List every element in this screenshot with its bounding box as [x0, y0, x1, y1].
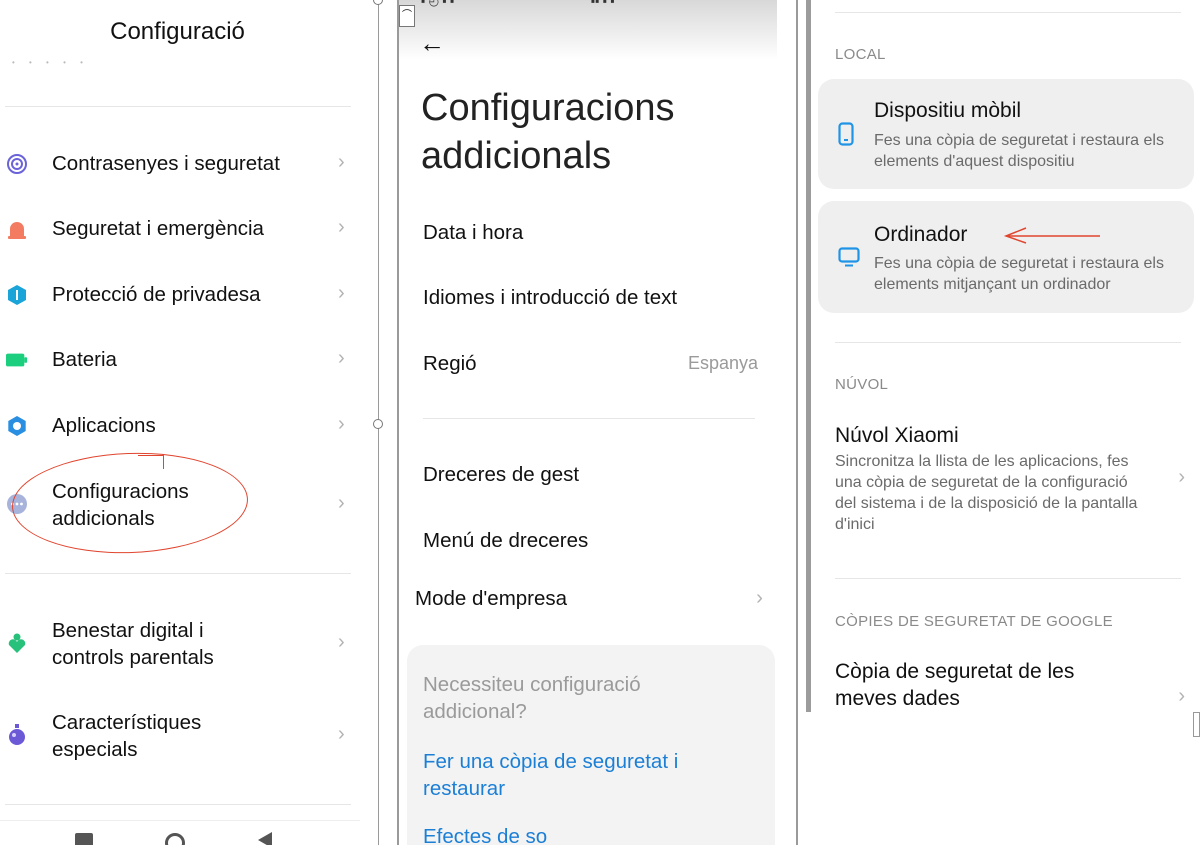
- settings-item-security-emergency[interactable]: Seguretat i emergència ›: [0, 215, 360, 243]
- list-item-date-time[interactable]: Data i hora: [423, 221, 758, 245]
- card-title: Dispositiu mòbil: [874, 99, 1022, 122]
- google-backup-item[interactable]: Còpia de seguretat de les meves dades ›: [835, 658, 1185, 712]
- list-item-title: Còpia de seguretat de les meves dades: [835, 660, 1075, 710]
- chevron-right-icon: ›: [338, 347, 345, 369]
- list-item-label: Dreceres de gest: [423, 463, 580, 486]
- settings-item-apps[interactable]: Aplicacions ›: [0, 412, 360, 440]
- monitor-icon: [838, 247, 860, 272]
- corner-handle-icon: ⌒: [399, 5, 415, 27]
- section-header-local: LOCAL: [835, 46, 886, 63]
- alarm-icon: [6, 218, 28, 240]
- chevron-right-icon: ›: [1178, 685, 1185, 707]
- mobile-device-card[interactable]: Dispositiu mòbil Fes una còpia de segure…: [818, 79, 1194, 189]
- settings-panel: Configuració • • • • • Contrasenyes i se…: [0, 0, 378, 845]
- additional-settings-panel: ▪ ◴ ▪ ▪ ▪▪ ▪ ▪ ⌒ ← Configuracions addici…: [399, 0, 777, 845]
- page-title: Configuració: [110, 18, 245, 45]
- annotation-circle: [10, 448, 250, 558]
- settings-item-digital-wellbeing[interactable]: Benestar digital i controls parentals ›: [0, 616, 360, 672]
- divider: [5, 804, 351, 805]
- xiaomi-cloud-item[interactable]: Núvol Xiaomi Sincronitza la llista de le…: [835, 422, 1185, 535]
- special-features-icon: [6, 724, 28, 746]
- settings-item-special-features[interactable]: Característiques especials ›: [0, 708, 360, 764]
- home-icon[interactable]: [165, 833, 185, 845]
- chevron-right-icon: ›: [338, 723, 345, 745]
- privacy-shield-icon: [6, 284, 28, 306]
- list-item-label: Menú de dreceres: [423, 529, 589, 552]
- chevron-right-icon: ›: [338, 216, 345, 238]
- card-title: Ordinador: [874, 223, 968, 246]
- backup-panel: LOCAL Dispositiu mòbil Fes una còpia de …: [798, 0, 1200, 845]
- backup-restore-link[interactable]: Fer una còpia de seguretat i restaurar: [423, 748, 743, 802]
- settings-item-label: Característiques especials: [52, 711, 202, 761]
- settings-item-label: Contrasenyes i seguretat: [52, 152, 280, 175]
- divider: [835, 578, 1181, 579]
- list-item-label: Regió: [423, 352, 477, 375]
- recents-icon[interactable]: [75, 833, 93, 845]
- chevron-right-icon: ›: [338, 631, 345, 653]
- list-item-enterprise-mode[interactable]: Mode d'empresa ›: [415, 586, 763, 611]
- list-item-title: Núvol Xiaomi: [835, 424, 959, 447]
- computer-card[interactable]: Ordinador Fes una còpia de seguretat i r…: [818, 201, 1194, 313]
- card-subtitle: Fes una còpia de seguretat i restaura el…: [874, 132, 1164, 170]
- section-header-google: CÒPIES DE SEGURETAT DE GOOGLE: [835, 613, 1113, 630]
- section-header-cloud: NÚVOL: [835, 376, 889, 393]
- back-triangle-icon[interactable]: [258, 832, 272, 845]
- chevron-right-icon: ›: [338, 151, 345, 173]
- system-nav-bar: [0, 820, 360, 845]
- list-item-gesture-shortcuts[interactable]: Dreceres de gest: [423, 463, 758, 487]
- divider: [423, 418, 755, 419]
- blank-area: [798, 712, 1200, 845]
- annotation-arrow: [1003, 227, 1100, 244]
- settings-item-label: Benestar digital i controls parentals: [52, 619, 214, 669]
- chevron-right-icon: ›: [338, 413, 345, 435]
- sound-effects-link[interactable]: Efectes de so: [423, 823, 547, 845]
- list-item-subtitle: Sincronitza la llista de les aplicacions…: [835, 453, 1138, 533]
- divider: [835, 342, 1181, 343]
- help-title: Necessiteu configuració addicional?: [423, 673, 641, 723]
- list-item-languages[interactable]: Idiomes i introducció de text: [423, 286, 758, 310]
- list-item-shortcut-menu[interactable]: Menú de dreceres: [423, 529, 758, 553]
- settings-item-privacy[interactable]: Protecció de privadesa ›: [0, 281, 360, 309]
- phone-icon: [838, 122, 854, 151]
- chevron-right-icon: ›: [338, 282, 345, 304]
- list-item-label: Mode d'empresa: [415, 587, 568, 610]
- frame-border: [397, 0, 399, 845]
- status-dots: • • • • •: [12, 58, 89, 67]
- settings-item-label: Protecció de privadesa: [52, 283, 261, 306]
- chevron-right-icon: ›: [1178, 466, 1185, 488]
- chevron-right-icon: ›: [756, 586, 763, 609]
- settings-item-label: Bateria: [52, 348, 117, 371]
- back-arrow-icon[interactable]: ←: [419, 28, 445, 59]
- help-card: Necessiteu configuració addicional? Fer …: [407, 645, 775, 845]
- settings-item-label: Seguretat i emergència: [52, 217, 264, 240]
- battery-icon: [6, 349, 28, 371]
- gear-icon: [6, 415, 28, 437]
- settings-item-label: Aplicacions: [52, 414, 156, 437]
- status-bar: ▪ ◴ ▪ ▪ ▪▪ ▪ ▪: [399, 0, 777, 60]
- resize-handle[interactable]: [373, 419, 383, 429]
- divider: [5, 573, 351, 574]
- fingerprint-icon: [6, 153, 28, 175]
- page-title: Configuracions addicionals: [421, 87, 675, 177]
- status-icons: ▪ ◴ ▪ ▪ ▪▪ ▪ ▪: [421, 0, 615, 8]
- list-item-label: Data i hora: [423, 221, 524, 244]
- frame-border: [796, 0, 798, 845]
- settings-item-battery[interactable]: Bateria ›: [0, 346, 360, 374]
- list-item-region[interactable]: Regió Espanya: [423, 352, 758, 376]
- wellbeing-icon: [6, 632, 28, 654]
- divider: [835, 12, 1181, 13]
- settings-item-passwords-security[interactable]: Contrasenyes i seguretat ›: [0, 150, 360, 178]
- annotation-mark: [138, 455, 164, 469]
- frame-border: [806, 0, 811, 712]
- region-value: Espanya: [687, 353, 758, 373]
- list-item-label: Idiomes i introducció de text: [423, 286, 678, 309]
- resize-handle[interactable]: [1193, 712, 1200, 737]
- card-subtitle: Fes una còpia de seguretat i restaura el…: [874, 255, 1164, 293]
- resize-handle[interactable]: [373, 0, 383, 5]
- chevron-right-icon: ›: [338, 492, 345, 514]
- divider: [5, 106, 351, 107]
